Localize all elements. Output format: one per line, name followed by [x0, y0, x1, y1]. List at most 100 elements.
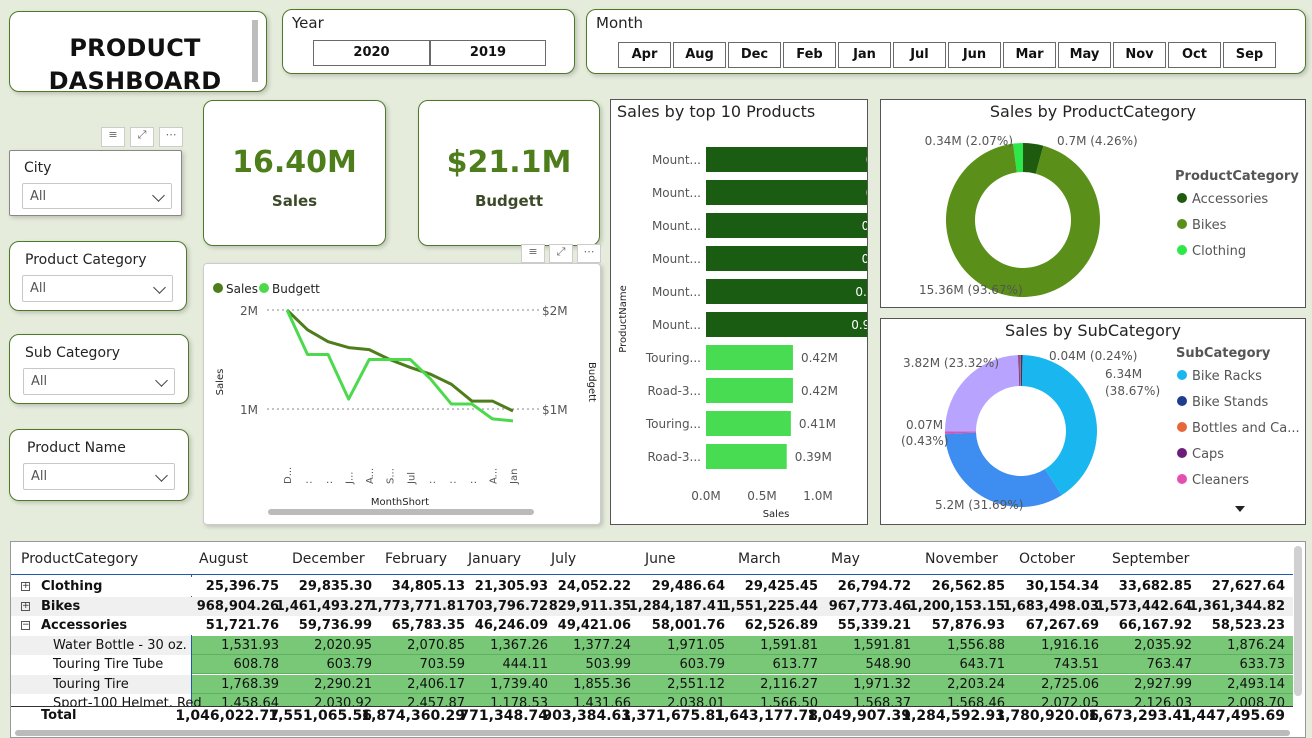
table-cell: 1,573,442.64: [1095, 598, 1192, 614]
bar-chart: Mount... 0.97M Mount... 0.97M Mount... 0.95M M…: [618, 147, 867, 520]
month-button-nov[interactable]: Nov: [1113, 42, 1166, 68]
column-header: September: [1112, 551, 1190, 567]
more-options-icon[interactable]: ⋯: [577, 244, 601, 263]
line-chart-card: Sales Budgett 2M 1M $2M $1M Sales Budgett D...::…: [203, 263, 601, 525]
more-options-icon[interactable]: ⋯: [159, 127, 183, 147]
month-button-sep[interactable]: Sep: [1223, 42, 1276, 68]
table-cell: 33,682.85: [1118, 579, 1192, 594]
collapse-icon[interactable]: −: [21, 621, 30, 630]
month-button-jan[interactable]: Jan: [838, 42, 891, 68]
year-2019-button[interactable]: 2019: [430, 40, 546, 66]
legend-item: Bike Stands: [1192, 395, 1269, 410]
budget-kpi-label: Budgett: [474, 192, 544, 210]
table-cell: 1,551,225.44: [721, 598, 818, 614]
table-cell: 968,904.26: [196, 598, 279, 614]
table-cell: 24,052.22: [557, 579, 631, 594]
column-header: October: [1019, 551, 1076, 567]
expand-icon[interactable]: +: [21, 582, 30, 591]
table-cell: 2,406.17: [407, 676, 465, 692]
table-cell: 62,526.89: [744, 618, 818, 633]
chevron-down-icon: [155, 374, 168, 387]
legend-marker: [1177, 370, 1187, 380]
legend-item: Bikes: [1192, 218, 1227, 233]
x-tick: :: [468, 481, 479, 484]
city-filter-card: City All: [9, 150, 182, 216]
month-button-dec[interactable]: Dec: [728, 42, 781, 68]
bar: [706, 279, 867, 304]
total-cell: 771,348.74: [459, 708, 548, 724]
expand-icon[interactable]: +: [21, 601, 30, 611]
legend-sales-marker: [213, 283, 223, 293]
sales-kpi-value: 16.40M: [232, 145, 357, 180]
table-cell: 503.99: [585, 657, 632, 672]
month-button-may[interactable]: May: [1058, 42, 1111, 68]
column-header: May: [831, 551, 860, 567]
x-tick: J...: [345, 472, 356, 486]
bar-data-label: 0.42M: [801, 351, 838, 365]
filter-icon[interactable]: ≡: [521, 244, 545, 263]
month-slicer: Month Apr Aug Dec Feb Jan Jul Jun Mar May Nov Oct S…: [586, 9, 1306, 74]
x-tick: 0.5M: [747, 489, 776, 503]
total-cell: 903,384.63: [542, 708, 631, 724]
legend-item: Bike Racks: [1192, 369, 1262, 384]
donut-data-label: (0.43%): [901, 434, 948, 448]
table-cell: 829,911.35: [548, 598, 631, 614]
donut-data-label: 0.34M (2.07%): [925, 134, 1013, 148]
legend-sales-label: Sales: [226, 282, 258, 296]
city-dropdown[interactable]: All: [22, 183, 172, 209]
bar: [706, 246, 867, 271]
vertical-scrollbar[interactable]: [1294, 546, 1302, 696]
subcategory-filter-label: Sub Category: [25, 345, 121, 361]
donut-data-label: (38.67%): [1105, 384, 1160, 398]
table-cell: 1,284,187.41: [628, 598, 725, 614]
x-tick: S...: [386, 468, 397, 484]
bar-chart-title: Sales by top 10 Products: [617, 102, 816, 121]
table-cell: 1,531.93: [221, 637, 279, 653]
budget-kpi-value: $21.1M: [446, 145, 572, 180]
total-label: Total: [41, 708, 77, 723]
month-button-oct[interactable]: Oct: [1168, 42, 1221, 68]
donut-data-label: 0.07M: [906, 418, 943, 432]
filter-icon[interactable]: ≡: [101, 127, 125, 147]
bar-data-label: 0.97M: [866, 153, 867, 167]
column-header: ProductCategory: [21, 551, 139, 567]
chevron-down-icon: [152, 189, 165, 202]
bar-category-label: Mount...: [652, 153, 701, 167]
table-cell: 1,971.32: [853, 676, 911, 692]
table-cell: 29,835.30: [298, 579, 372, 594]
y-left-axis-title: Sales: [215, 369, 226, 396]
donut-data-label: 0.04M (0.24%): [1049, 349, 1137, 363]
month-button-aug[interactable]: Aug: [673, 42, 726, 68]
bar-category-label: Mount...: [652, 252, 701, 266]
table-cell: 46,246.09: [474, 618, 548, 633]
month-button-jul[interactable]: Jul: [893, 42, 946, 68]
product-dropdown[interactable]: All: [23, 463, 175, 490]
bar: [706, 312, 867, 337]
legend-marker: [1177, 396, 1187, 406]
bar: [706, 345, 793, 370]
month-button-mar[interactable]: Mar: [1003, 42, 1056, 68]
month-button-feb[interactable]: Feb: [783, 42, 836, 68]
category-dropdown[interactable]: All: [22, 275, 173, 302]
month-button-apr[interactable]: Apr: [618, 42, 671, 68]
focus-mode-icon[interactable]: ⤢: [130, 127, 154, 147]
subcategory-dropdown[interactable]: All: [23, 368, 175, 395]
row-label: Clothing: [41, 579, 103, 594]
table-cell: 603.79: [326, 657, 373, 672]
table-cell: 29,486.64: [651, 579, 725, 594]
focus-mode-icon[interactable]: ⤢: [549, 244, 573, 263]
horizontal-scrollbar[interactable]: [15, 730, 1290, 736]
horizontal-scrollbar: [268, 509, 534, 515]
table-cell: 1,591.81: [760, 637, 818, 653]
year-2020-button[interactable]: 2020: [313, 40, 430, 66]
table-cell: 1,556.88: [947, 637, 1005, 653]
column-header: June: [645, 551, 676, 567]
month-button-jun[interactable]: Jun: [948, 42, 1001, 68]
total-cell: 1,643,177.78: [714, 708, 818, 724]
legend-scroll-down-icon: [1235, 506, 1245, 512]
table-cell: 29,425.45: [744, 579, 818, 594]
year-slicer-label: Year: [292, 14, 324, 32]
donut-slice: [1021, 355, 1097, 496]
legend-marker: [1177, 245, 1187, 255]
legend-item: Accessories: [1192, 192, 1268, 207]
